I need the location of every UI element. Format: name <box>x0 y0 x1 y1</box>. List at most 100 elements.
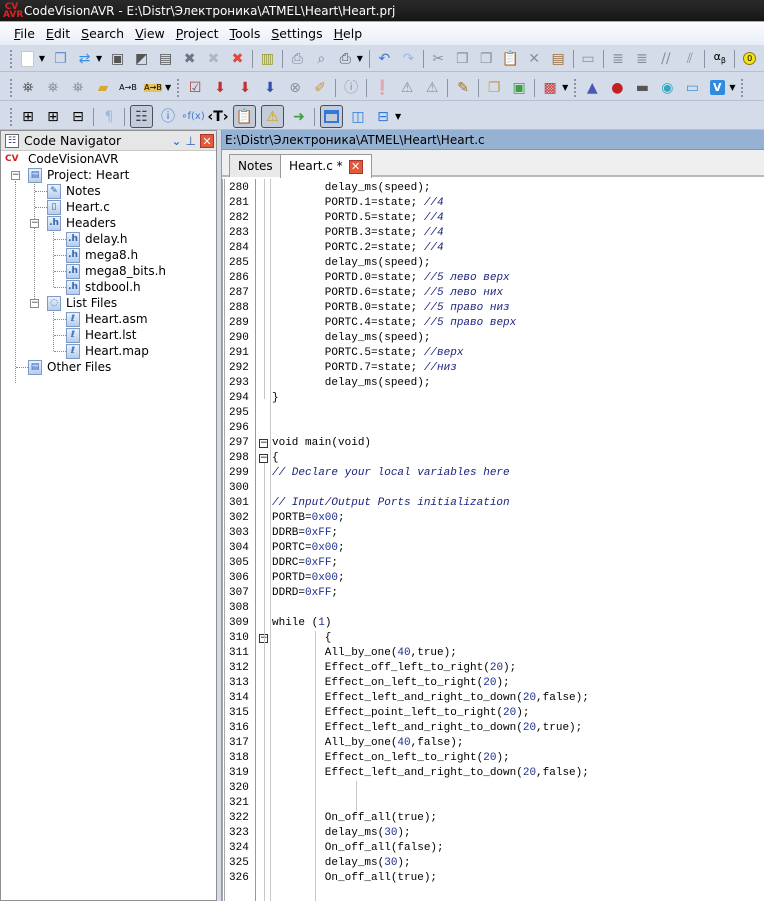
close-project-button[interactable]: ✖ <box>228 49 247 69</box>
code-line[interactable]: 281 PORTD.1=state; //4 <box>225 196 764 211</box>
collapse-toggle-icon[interactable]: − <box>30 219 39 228</box>
code-line[interactable]: 300 <box>225 481 764 496</box>
close-all-button[interactable]: ✖ <box>204 49 223 69</box>
clean-button[interactable]: ✐ <box>310 78 330 98</box>
fold-toggle-icon[interactable]: − <box>259 454 268 463</box>
find-in-files-button[interactable]: ▰ <box>93 78 113 98</box>
go-to-next-button[interactable]: ⬇ <box>235 78 255 98</box>
code-line[interactable]: 288 PORTB.0=state; //5 право низ <box>225 301 764 316</box>
save-as-button[interactable]: ◩ <box>132 49 151 69</box>
tab-heart-c[interactable]: Heart.c * ✕ <box>280 154 372 178</box>
output-files-button[interactable]: ➜ <box>289 107 309 127</box>
code-line[interactable]: 285 delay_ms(speed); <box>225 256 764 271</box>
code-line[interactable]: 280 delay_ms(speed); <box>225 181 764 196</box>
code-line[interactable]: 282 PORTD.5=state; //4 <box>225 211 764 226</box>
code-line[interactable]: 298 { <box>225 451 764 466</box>
close-button[interactable]: ✖ <box>180 49 199 69</box>
menu-edit[interactable]: Edit <box>46 26 70 41</box>
close-tab-icon[interactable]: ✕ <box>348 159 363 174</box>
menu-file[interactable]: File <box>14 26 35 41</box>
code-line[interactable]: 307 DDRD=0xFF; <box>225 586 764 601</box>
expand-all-button[interactable]: ⊞ <box>18 107 38 127</box>
code-line[interactable]: 294} <box>225 391 764 406</box>
tree-file-heart-c[interactable]: ▯ Heart.c <box>47 199 110 215</box>
code-line[interactable]: 323 delay_ms(30); <box>225 826 764 841</box>
code-line[interactable]: 283 PORTB.3=state; //4 <box>225 226 764 241</box>
code-line[interactable]: 313 Effect_on_left_to_right(20); <box>225 676 764 691</box>
code-line[interactable]: 325 delay_ms(30); <box>225 856 764 871</box>
copy-button[interactable]: ❐ <box>453 49 472 69</box>
toolbar-grip[interactable] <box>10 107 13 126</box>
tree-header-file[interactable]: .h delay.h <box>66 231 128 247</box>
print-preview-button[interactable]: ⌕ <box>312 49 331 69</box>
replace-button[interactable]: A→B <box>118 78 138 98</box>
redo-button[interactable]: ↷ <box>399 49 418 69</box>
code-line[interactable]: 304 PORTC=0x00; <box>225 541 764 556</box>
greek-chars-button[interactable]: αβ <box>710 49 729 69</box>
code-line[interactable]: 314 Effect_left_and_right_to_down(20,fal… <box>225 691 764 706</box>
messages-button[interactable]: ⚠ <box>261 105 284 128</box>
code-line[interactable]: 309 while (1) <box>225 616 764 631</box>
code-line[interactable]: 284 PORTC.2=state; //4 <box>225 241 764 256</box>
code-line[interactable]: 297 void main(void) <box>225 436 764 451</box>
collapse-button[interactable]: ⊟ <box>68 107 88 127</box>
panel-menu-chevron-icon[interactable]: ⌄ <box>171 134 181 148</box>
code-line[interactable]: 287 PORTD.6=state; //5 лево них <box>225 286 764 301</box>
code-line[interactable]: 291 PORTC.5=state; //верх <box>225 346 764 361</box>
undo-button[interactable]: ↶ <box>375 49 394 69</box>
reopen-button[interactable]: ⇄ <box>75 49 94 69</box>
terminal-button[interactable]: ▭ <box>682 78 702 98</box>
save-all-button[interactable]: ▤ <box>156 49 175 69</box>
toolbar-grip[interactable] <box>10 49 13 68</box>
replace-dropdown[interactable]: ▼ <box>165 83 171 92</box>
code-navigator-button[interactable]: ☷ <box>130 105 153 128</box>
fold-toggle-icon[interactable]: − <box>259 439 268 448</box>
delete-button[interactable]: ✕ <box>525 49 544 69</box>
collapse-toggle-icon[interactable]: − <box>30 299 39 308</box>
comment-button[interactable]: // <box>656 49 675 69</box>
tree-notes[interactable]: ✎ Notes <box>47 183 101 199</box>
open-file-button[interactable]: ❒ <box>51 49 70 69</box>
code-line[interactable]: 295 <box>225 406 764 421</box>
uncomment-button[interactable]: ⫽ <box>680 49 699 69</box>
code-line[interactable]: 305 DDRC=0xFF; <box>225 556 764 571</box>
code-line[interactable]: 289 PORTC.4=state; //5 право верх <box>225 316 764 331</box>
single-editor-button[interactable] <box>320 105 343 128</box>
split-horizontal-button[interactable]: ⊟ <box>373 107 393 127</box>
cut-button[interactable]: ✂ <box>429 49 448 69</box>
indent-button[interactable]: ≣ <box>608 49 627 69</box>
edit-button[interactable]: ✎ <box>453 78 473 98</box>
code-line[interactable]: 321 <box>225 796 764 811</box>
code-line[interactable]: 318 Effect_on_left_to_right(20); <box>225 751 764 766</box>
code-line[interactable]: 324 On_off_all(false); <box>225 841 764 856</box>
code-templates-button[interactable]: ‹T› <box>207 107 228 127</box>
tools-dropdown[interactable]: ▼ <box>729 83 735 92</box>
function-call-tree-button[interactable]: ∘f(x) <box>181 107 205 127</box>
code-line[interactable]: 320 <box>225 781 764 796</box>
tab-notes[interactable]: Notes <box>229 154 282 177</box>
code-line[interactable]: 322 On_off_all(true); <box>225 811 764 826</box>
configure-button[interactable]: ▩ <box>540 78 560 98</box>
close-panel-icon[interactable]: ✕ <box>200 133 214 148</box>
configure-dropdown[interactable]: ▼ <box>562 83 568 92</box>
insert-template-button[interactable]: ▤ <box>549 49 568 69</box>
code-line[interactable]: 319 Effect_left_and_right_to_down(20,fal… <box>225 766 764 781</box>
go-to-prev-button[interactable]: ⬇ <box>260 78 280 98</box>
view-dropdown[interactable]: ▼ <box>395 112 401 121</box>
toggle-ruler-button[interactable]: ▭ <box>579 49 598 69</box>
codewizard-button[interactable]: ▲ <box>582 78 602 98</box>
warning-first-button[interactable]: ⚠ <box>422 78 442 98</box>
code-line[interactable]: 303 DDRB=0xFF; <box>225 526 764 541</box>
collapse-toggle-icon[interactable]: − <box>11 171 20 180</box>
paste-button[interactable]: 📋 <box>501 49 520 69</box>
find-next-button[interactable]: ⛯ <box>43 78 63 98</box>
menu-view[interactable]: View <box>135 26 165 41</box>
code-line[interactable]: 311 All_by_one(40,true); <box>225 646 764 661</box>
visualstudio-button[interactable]: V <box>707 78 727 98</box>
code-line[interactable]: 316 Effect_left_and_right_to_down(20,tru… <box>225 721 764 736</box>
replace-in-files-button[interactable]: A→B <box>143 78 163 98</box>
show-whitespace-button[interactable]: ¶ <box>99 107 119 127</box>
debugger-button[interactable]: ● <box>607 78 627 98</box>
copy-files-button[interactable]: ❐ <box>484 78 504 98</box>
menu-settings[interactable]: Settings <box>271 26 322 41</box>
